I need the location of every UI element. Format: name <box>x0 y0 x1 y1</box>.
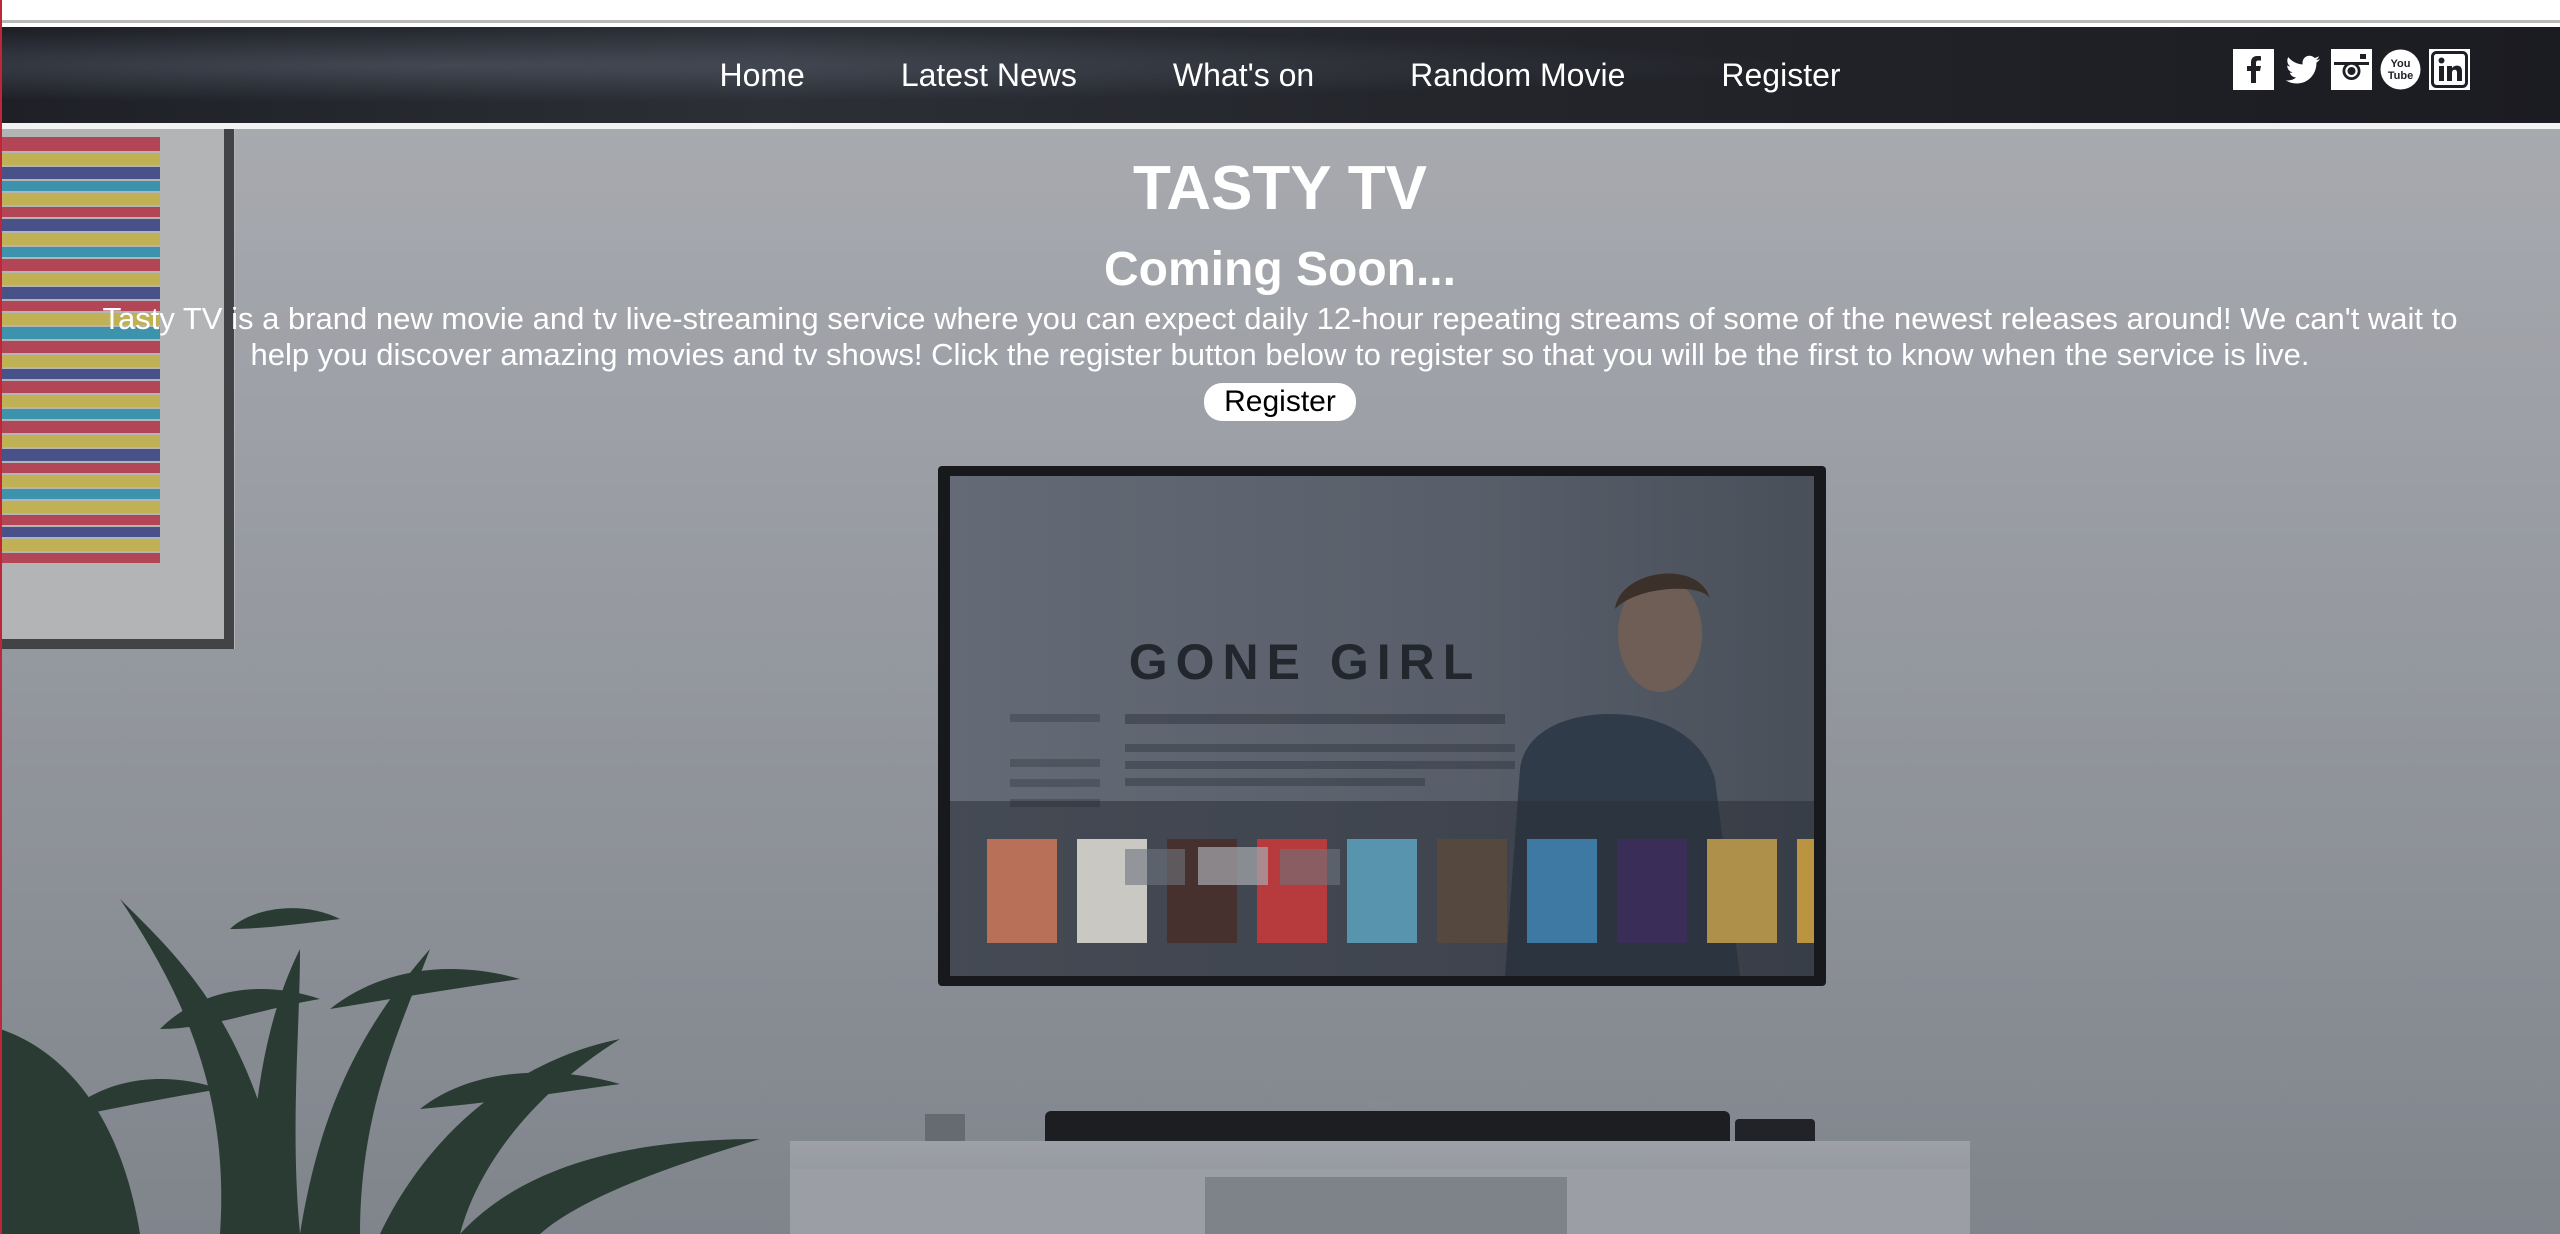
nav-link-latest-news[interactable]: Latest News <box>901 57 1077 93</box>
nav-item-register: Register <box>1721 57 1840 94</box>
navbar: Home Latest News What's on Random Movie … <box>0 27 2560 129</box>
window-edge <box>0 0 2 1234</box>
nav-link-home[interactable]: Home <box>719 57 804 93</box>
social-links: You Tube <box>2233 49 2470 90</box>
twitter-icon[interactable] <box>2282 49 2323 90</box>
nav-item-latest-news: Latest News <box>901 57 1077 94</box>
nav-link-whats-on[interactable]: What's on <box>1173 57 1314 93</box>
facebook-icon[interactable] <box>2233 49 2274 90</box>
page: Home Latest News What's on Random Movie … <box>0 0 2560 1234</box>
hero-content: TASTY TV Coming Soon... Tasty TV is a br… <box>0 129 2560 421</box>
nav-menu: Home Latest News What's on Random Movie … <box>0 27 2560 123</box>
nav-item-whats-on: What's on <box>1173 57 1314 94</box>
hero-description: Tasty TV is a brand new movie and tv liv… <box>102 301 2458 372</box>
instagram-icon[interactable] <box>2331 49 2372 90</box>
nav-link-random-movie[interactable]: Random Movie <box>1410 57 1625 93</box>
svg-text:You: You <box>2391 58 2411 70</box>
page-title: TASTY TV <box>1133 154 1427 223</box>
register-button[interactable]: Register <box>1204 383 1356 421</box>
youtube-icon[interactable]: You Tube <box>2380 49 2421 90</box>
linkedin-icon[interactable] <box>2429 49 2470 90</box>
top-divider <box>0 20 2560 23</box>
nav-item-home: Home <box>719 57 804 94</box>
coming-soon-heading: Coming Soon... <box>1104 243 1456 296</box>
nav-link-register[interactable]: Register <box>1721 57 1840 93</box>
hero-section: GONE GIRL SONY <box>0 129 2560 1234</box>
svg-text:Tube: Tube <box>2388 70 2413 82</box>
nav-item-random-movie: Random Movie <box>1410 57 1625 94</box>
